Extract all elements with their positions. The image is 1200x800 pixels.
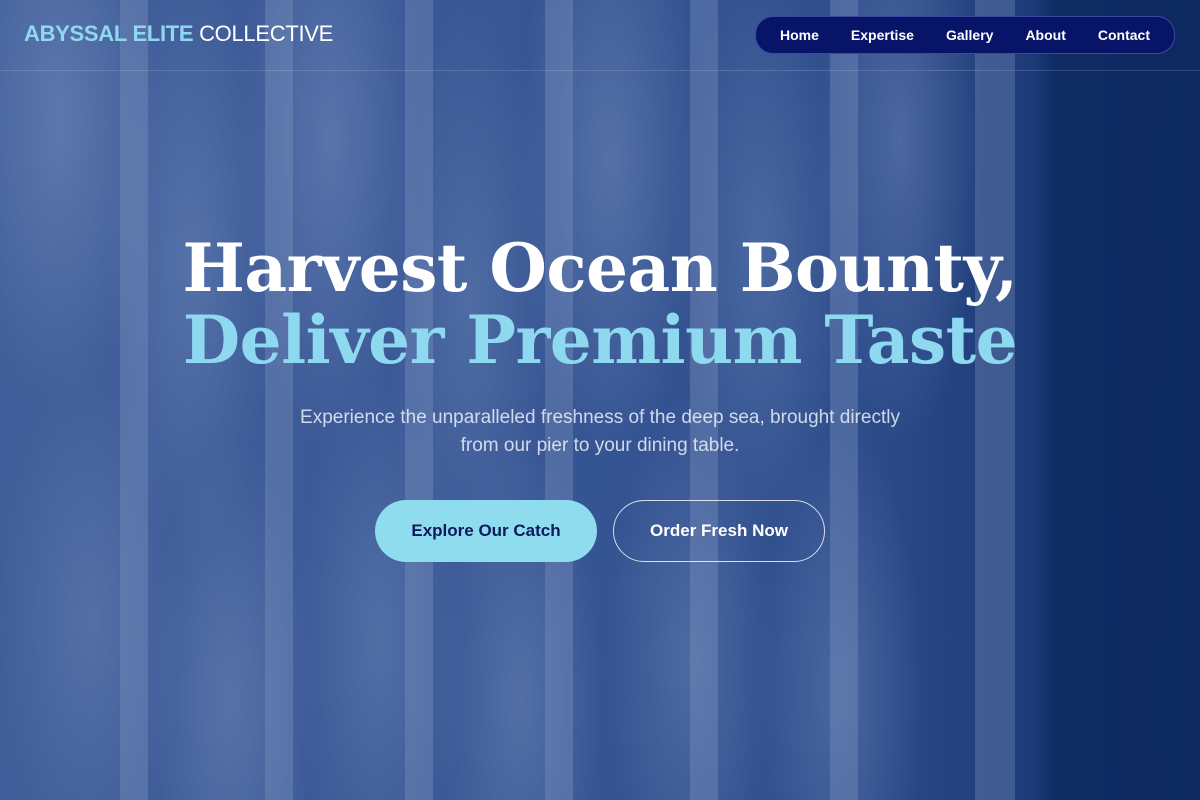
hero-title-line1: Harvest Ocean Bounty, [182,229,1018,307]
nav-item-expertise[interactable]: Expertise [835,17,930,53]
nav-item-contact[interactable]: Contact [1082,17,1166,53]
hero-title-line2: Deliver Premium Taste [182,301,1018,379]
brand-logo-plain: COLLECTIVE [199,21,334,46]
brand-logo[interactable]: ABYSSAL ELITE COLLECTIVE [24,21,333,47]
nav-item-home[interactable]: Home [764,17,835,53]
landing-page: ABYSSAL ELITE COLLECTIVE Home Expertise … [0,0,1200,800]
explore-catch-button[interactable]: Explore Our Catch [375,500,597,562]
site-header: ABYSSAL ELITE COLLECTIVE Home Expertise … [0,0,1200,71]
hero-title: Harvest Ocean Bounty, Deliver Premium Ta… [0,232,1200,376]
brand-logo-accent: ABYSSAL ELITE [24,21,194,46]
main-nav: Home Expertise Gallery About Contact [755,16,1175,54]
nav-item-gallery[interactable]: Gallery [930,17,1009,53]
order-fresh-button[interactable]: Order Fresh Now [613,500,825,562]
hero-section: Harvest Ocean Bounty, Deliver Premium Ta… [0,232,1200,562]
nav-item-about[interactable]: About [1009,17,1081,53]
hero-cta-group: Explore Our Catch Order Fresh Now [0,500,1200,562]
hero-subtitle: Experience the unparalleled freshness of… [300,407,900,456]
